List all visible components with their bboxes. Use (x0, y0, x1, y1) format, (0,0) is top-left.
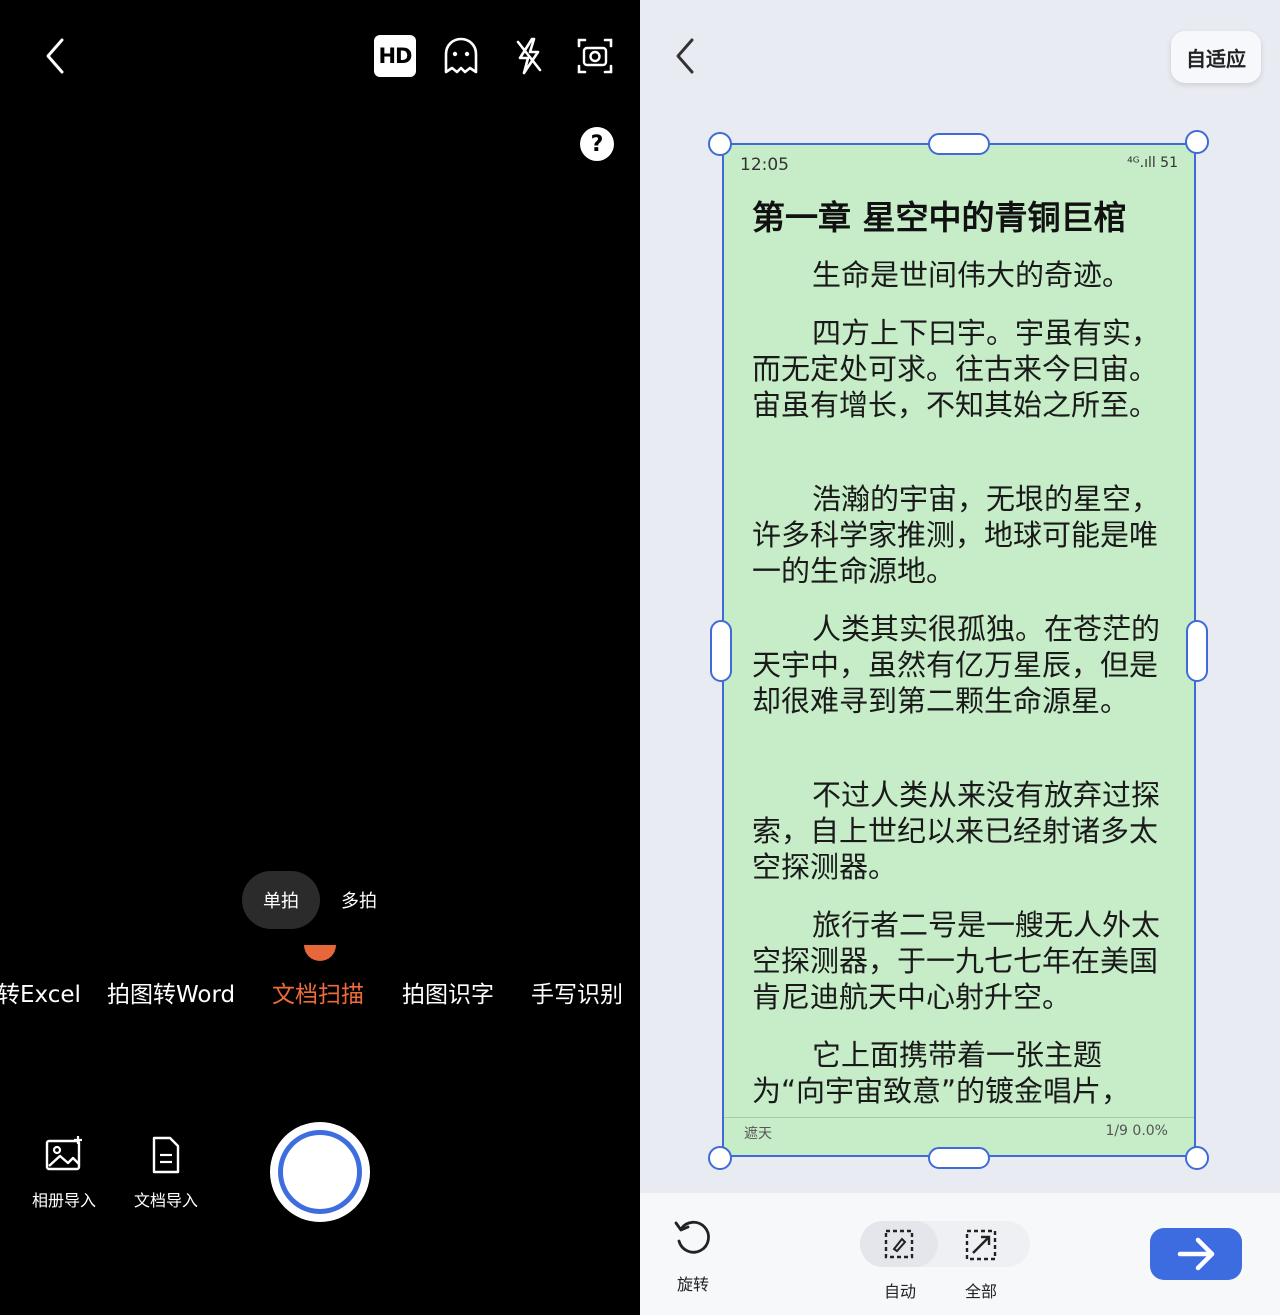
document-preview: 12:05 ⁴ᴳ.ıll 51 第一章 星空中的青铜巨棺 生命是世间伟大的奇迹。… (722, 143, 1196, 1157)
hd-toggle-button[interactable]: HD (374, 35, 416, 77)
doc-footer-book: 遮天 (744, 1126, 772, 1142)
shutter-button[interactable] (270, 1122, 370, 1222)
camera-screen: HD ? 单拍 多拍 转Excel 拍图转Word 文档扫描 拍图识字 手写识别… (0, 0, 640, 1315)
crop-handle-top[interactable] (928, 133, 990, 155)
doc-paragraph: 四方上下曰宇。宇虽有实，而无定处可求。往古来今曰宙。宙虽有增长，不知其始之所至。 (752, 316, 1161, 422)
shutter-ring (278, 1130, 362, 1214)
crop-handle-bottom-left[interactable] (708, 1146, 732, 1170)
doc-paragraph: 人类其实很孤独。在苍茫的天宇中，虽然有亿万星辰，但是却很难寻到第二颗生命源星。 (752, 612, 1161, 718)
back-icon[interactable] (40, 36, 72, 76)
tool-handwriting[interactable]: 手写识别 (531, 976, 623, 1014)
full-crop-icon[interactable] (964, 1228, 998, 1262)
tool-excel[interactable]: 转Excel (0, 976, 81, 1014)
crop-handle-right[interactable] (1186, 620, 1208, 682)
doc-title: 第一章 星空中的青铜巨棺 (752, 198, 1127, 237)
crop-handle-left[interactable] (710, 620, 732, 682)
adaptive-button[interactable]: 自适应 (1171, 31, 1261, 83)
doc-status-bar: 12:05 ⁴ᴳ.ıll 51 (740, 153, 1178, 177)
doc-paragraph: 生命是世间伟大的奇迹。 (812, 258, 1132, 292)
switch-camera-icon[interactable] (576, 36, 614, 76)
help-button[interactable]: ? (580, 127, 614, 161)
doc-import-label: 文档导入 (133, 1191, 198, 1210)
doc-footer-divider (724, 1117, 1194, 1118)
editor-bottom-bar: 旋转 自动 全部 (640, 1193, 1280, 1315)
doc-paragraph: 浩瀚的宇宙，无垠的星空，许多科学家推测，地球可能是唯一的生命源地。 (752, 482, 1161, 588)
all-label: 全部 (965, 1282, 998, 1301)
single-shot-button[interactable]: 单拍 (242, 871, 320, 929)
next-button[interactable] (1150, 1228, 1242, 1280)
auto-label: 自动 (884, 1282, 917, 1301)
crop-handle-top-right[interactable] (1185, 130, 1209, 154)
album-import-label: 相册导入 (31, 1191, 96, 1210)
doc-time: 12:05 (740, 155, 789, 175)
doc-paragraph: 它上面携带着一张主题为“向宇宙致意”的镀金唱片， (752, 1038, 1131, 1108)
doc-import-button[interactable]: 文档导入 (116, 1135, 216, 1211)
multi-shot-button[interactable]: 多拍 (330, 871, 388, 929)
doc-paragraph: 旅行者二号是一艘无人外太空探测器，于一九七七年在美国肯尼迪航天中心射升空。 (752, 908, 1161, 1014)
doc-paragraph: 不过人类从来没有放弃过探索，自上世纪以来已经射诸多太空探测器。 (752, 778, 1161, 884)
tool-word[interactable]: 拍图转Word (107, 976, 235, 1014)
doc-footer-progress: 1/9 0.0% (1105, 1123, 1168, 1139)
document-icon (152, 1136, 180, 1174)
crop-handle-bottom-right[interactable] (1185, 1146, 1209, 1170)
doc-signal: ⁴ᴳ.ıll 51 (1127, 155, 1178, 171)
album-import-button[interactable]: 相册导入 (14, 1135, 114, 1211)
image-icon (45, 1136, 82, 1171)
tool-ocr[interactable]: 拍图识字 (402, 976, 494, 1014)
ghost-icon[interactable] (442, 36, 480, 76)
back-icon[interactable] (670, 36, 702, 76)
auto-crop-icon (884, 1229, 914, 1259)
rotate-icon (674, 1220, 710, 1254)
tool-doc-scan[interactable]: 文档扫描 (272, 976, 364, 1014)
rotate-button[interactable]: 旋转 (662, 1215, 724, 1295)
crop-auto-button[interactable] (860, 1221, 938, 1267)
crop-handle-top-left[interactable] (708, 132, 732, 156)
crop-handle-bottom[interactable] (928, 1147, 990, 1169)
active-tool-indicator (304, 945, 336, 961)
arrow-right-icon (1177, 1237, 1215, 1271)
crop-mode-group (860, 1221, 1030, 1267)
flash-off-icon[interactable] (512, 36, 546, 76)
rotate-label: 旋转 (676, 1275, 709, 1294)
